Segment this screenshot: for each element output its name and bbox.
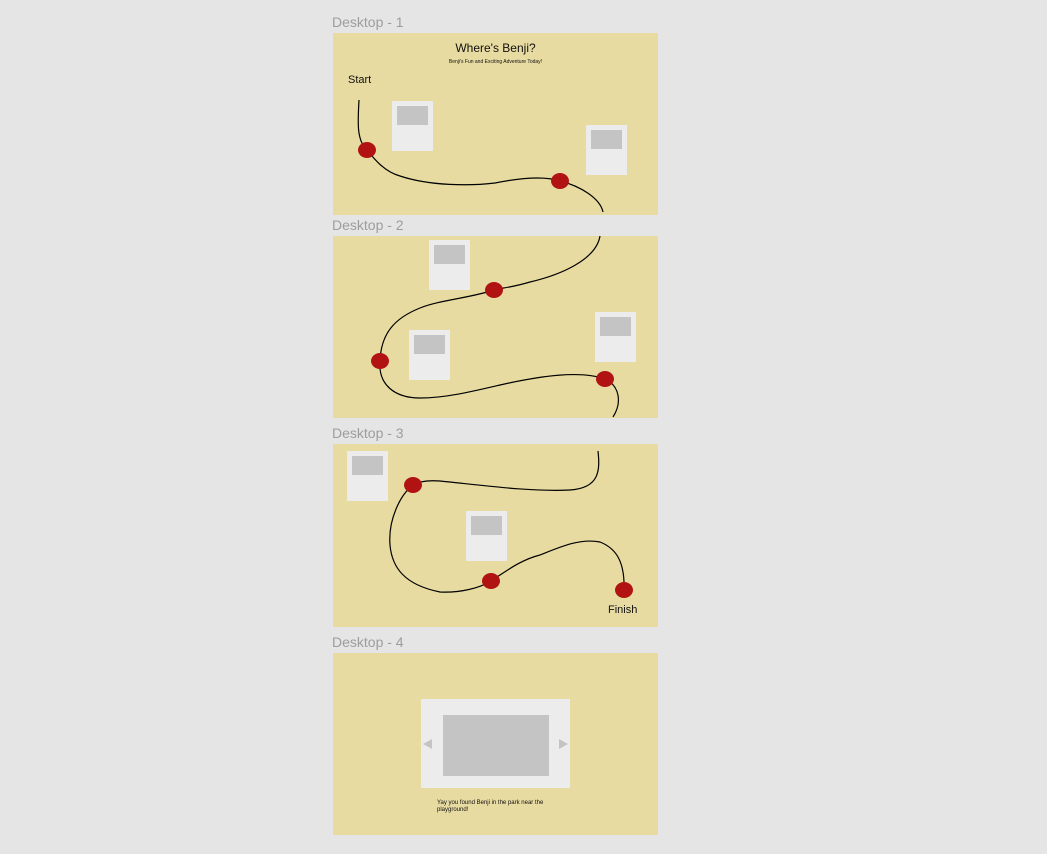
photo-card[interactable]: [409, 330, 450, 380]
image-placeholder: [591, 130, 622, 149]
image-placeholder: [600, 317, 631, 336]
frame-label-desktop-1[interactable]: Desktop - 1: [332, 15, 404, 29]
start-label: Start: [348, 74, 372, 86]
frame-label-desktop-4[interactable]: Desktop - 4: [332, 635, 404, 649]
frame-label-desktop-3[interactable]: Desktop - 3: [332, 426, 404, 440]
page-subtitle: Benji's Fun and Exciting Adventure Today…: [448, 59, 543, 65]
photo-card[interactable]: [392, 101, 433, 151]
carousel-image-placeholder: [443, 715, 549, 776]
frame-desktop-2: [333, 236, 658, 418]
found-message: Yay you found Benji in the park near the…: [437, 800, 544, 813]
photo-card[interactable]: [466, 511, 507, 561]
photo-card[interactable]: [347, 451, 388, 501]
photo-card[interactable]: [595, 312, 636, 362]
frame-desktop-4: Yay you found Benji in the park near the…: [333, 653, 658, 835]
page-title: Where's Benji?: [455, 41, 536, 55]
frame-desktop-1: Where's Benji? Benji's Fun and Exciting …: [333, 33, 658, 215]
finish-label: Finish: [608, 604, 638, 616]
triangle-left-icon[interactable]: [423, 739, 433, 749]
frame-label-desktop-2[interactable]: Desktop - 2: [332, 218, 404, 232]
image-placeholder: [352, 456, 383, 475]
triangle-right-icon[interactable]: [559, 739, 569, 749]
photo-card[interactable]: [429, 240, 470, 290]
image-placeholder: [434, 245, 465, 264]
frame-desktop-3: Finish: [333, 444, 658, 627]
image-carousel: [421, 699, 570, 788]
image-placeholder: [414, 335, 445, 354]
image-placeholder: [471, 516, 502, 535]
photo-card[interactable]: [586, 125, 627, 175]
image-placeholder: [397, 106, 428, 125]
